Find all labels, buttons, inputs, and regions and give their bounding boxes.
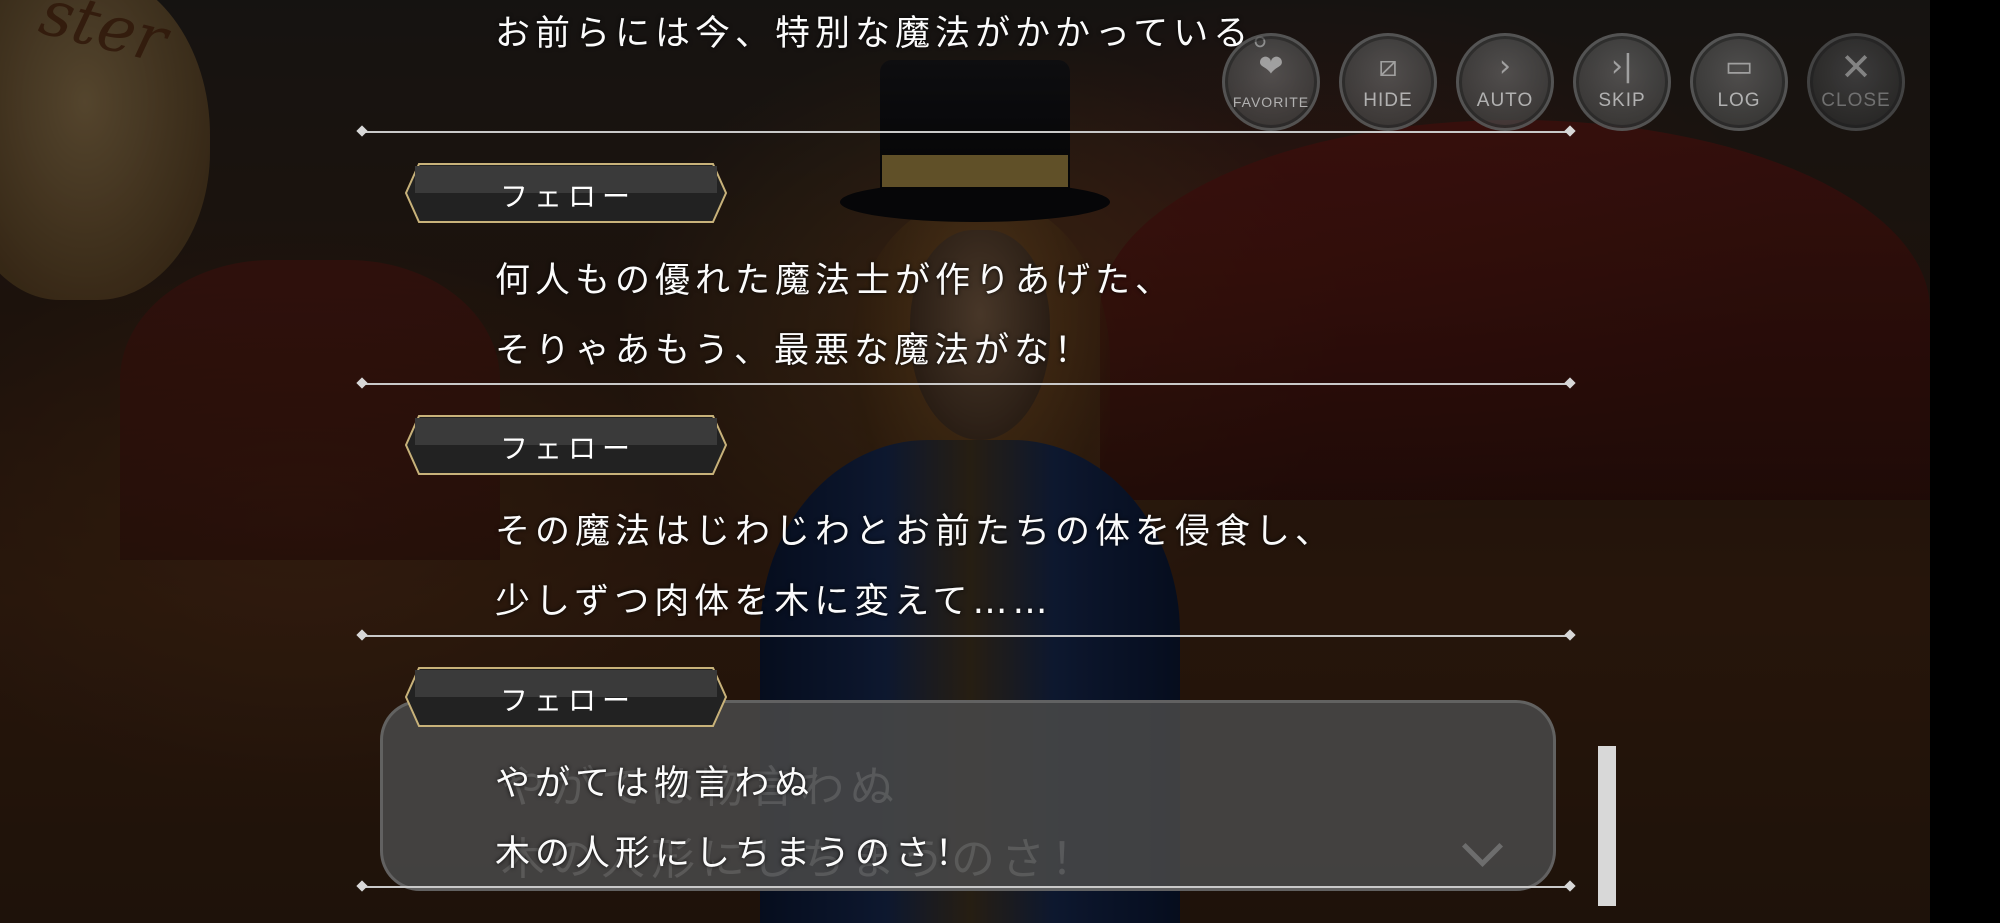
close-icon: ✕ xyxy=(1840,45,1872,89)
speaker-nameplate: フェロー xyxy=(405,667,727,727)
play-icon: › xyxy=(1499,49,1511,84)
backlog-separator xyxy=(362,131,1570,133)
hide-label: HIDE xyxy=(1363,90,1413,111)
speaker-nameplate: フェロー xyxy=(405,163,727,223)
skip-icon: ›| xyxy=(1610,49,1634,84)
backlog-top-line: お前らには今、特別な魔法がかかっている。 xyxy=(495,14,1294,54)
backlog-separator xyxy=(362,635,1570,637)
letterbox-bar xyxy=(1930,0,2000,923)
auto-label: AUTO xyxy=(1476,90,1534,111)
auto-button[interactable]: › AUTO xyxy=(1456,33,1554,131)
backlog-scrollbar[interactable] xyxy=(1598,746,1616,906)
log-button[interactable]: ▭ LOG xyxy=(1690,33,1788,131)
skip-label: SKIP xyxy=(1598,90,1646,111)
log-label: LOG xyxy=(1717,90,1761,111)
backlog-separator xyxy=(362,383,1570,385)
eye-slash-icon: ⧄ xyxy=(1378,49,1398,84)
dialogue-line: 何人もの優れた魔法士が作りあげた、 xyxy=(495,261,1176,301)
chat-bubble-icon: ▭ xyxy=(1724,49,1754,84)
dialogue-line: やがては物言わぬ xyxy=(495,764,815,804)
speaker-name: フェロー xyxy=(500,684,637,717)
skip-button[interactable]: ›| SKIP xyxy=(1573,33,1671,131)
favorite-label: FAVORITE xyxy=(1232,94,1310,110)
dialogue-line: 少しずつ肉体を木に変えて…… xyxy=(495,582,1053,622)
speaker-name: フェロー xyxy=(500,180,637,213)
speaker-nameplate: フェロー xyxy=(405,415,727,475)
backlog-separator xyxy=(362,886,1570,888)
hide-button[interactable]: ⧄ HIDE xyxy=(1339,33,1437,131)
close-label: CLOSE xyxy=(1821,90,1891,111)
close-button[interactable]: ✕ CLOSE xyxy=(1807,33,1905,131)
favorite-button[interactable]: ❤ FAVORITE xyxy=(1222,33,1320,131)
dialogue-line: そりゃあもう、最悪な魔法がな！ xyxy=(495,331,1094,371)
dialogue-line: 木の人形にしちまうのさ！ xyxy=(495,834,976,874)
heart-icon: ❤ xyxy=(1258,49,1284,84)
dialogue-line: その魔法はじわじわとお前たちの体を侵食し、 xyxy=(495,512,1336,552)
speaker-name: フェロー xyxy=(500,432,637,465)
